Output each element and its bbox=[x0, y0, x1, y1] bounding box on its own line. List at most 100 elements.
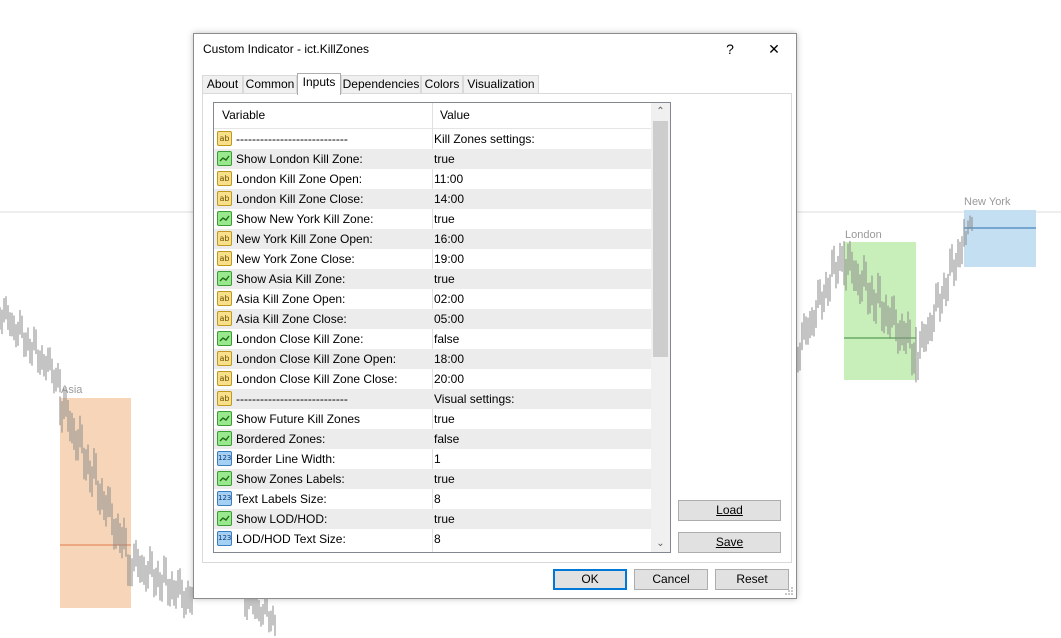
boolean-type-icon bbox=[217, 331, 232, 346]
boolean-type-icon bbox=[217, 511, 232, 526]
variable-cell: Show LOD/HOD: bbox=[236, 512, 328, 526]
grid-row[interactable]: 123 Border Line Width: 1 bbox=[214, 449, 651, 469]
tab-colors[interactable]: Colors bbox=[421, 75, 463, 93]
number-type-icon: 123 bbox=[217, 491, 232, 506]
string-type-icon: ab bbox=[217, 231, 232, 246]
string-type-icon: ab bbox=[217, 371, 232, 386]
resize-grip-icon[interactable] bbox=[784, 586, 794, 596]
variable-cell: Show Zones Labels: bbox=[236, 472, 345, 486]
close-icon: ✕ bbox=[768, 41, 780, 57]
value-cell[interactable]: true bbox=[434, 509, 455, 529]
value-cell[interactable]: 19:00 bbox=[434, 249, 464, 269]
save-button[interactable]: Save bbox=[678, 532, 781, 553]
london-zone-label: London bbox=[845, 229, 882, 241]
variable-cell: Show New York Kill Zone: bbox=[236, 212, 374, 226]
value-cell[interactable]: Kill Zones settings: bbox=[434, 129, 535, 149]
grid-row[interactable]: ab ---------------------------- Visual set… bbox=[214, 389, 651, 409]
variable-cell: New York Zone Close: bbox=[236, 252, 355, 266]
grid-row[interactable]: Show Future Kill Zones true bbox=[214, 409, 651, 429]
string-type-icon: ab bbox=[217, 251, 232, 266]
close-button[interactable]: ✕ bbox=[762, 39, 786, 59]
variable-cell: LOD/HOD Text Size: bbox=[236, 532, 346, 546]
grid-row[interactable]: London Close Kill Zone: false bbox=[214, 329, 651, 349]
variable-cell: Bordered Zones: bbox=[236, 432, 326, 446]
dialog-title: Custom Indicator - ict.KillZones bbox=[203, 42, 370, 56]
grid-row[interactable]: ab London Close Kill Zone Close: 20:00 bbox=[214, 369, 651, 389]
string-type-icon: ab bbox=[217, 391, 232, 406]
number-type-icon: 123 bbox=[217, 451, 232, 466]
boolean-type-icon bbox=[217, 471, 232, 486]
value-cell[interactable]: 1 bbox=[434, 449, 441, 469]
grid-row[interactable]: 123 LOD/HOD Text Size: 8 bbox=[214, 529, 651, 549]
variable-cell: Asia Kill Zone Open: bbox=[236, 292, 346, 306]
grid-row[interactable]: ab London Close Kill Zone Open: 18:00 bbox=[214, 349, 651, 369]
grid-row[interactable]: ab New York Kill Zone Open: 16:00 bbox=[214, 229, 651, 249]
string-type-icon: ab bbox=[217, 191, 232, 206]
new-york-zone-box bbox=[964, 210, 1036, 267]
string-type-icon: ab bbox=[217, 291, 232, 306]
value-cell[interactable]: 18:00 bbox=[434, 349, 464, 369]
value-cell[interactable]: 05:00 bbox=[434, 309, 464, 329]
grid-row[interactable]: Bordered Zones: false bbox=[214, 429, 651, 449]
variable-cell: Show Asia Kill Zone: bbox=[236, 272, 346, 286]
value-cell[interactable]: 8 bbox=[434, 489, 441, 509]
value-cell[interactable]: true bbox=[434, 469, 455, 489]
london-zone-box bbox=[844, 242, 916, 380]
value-cell[interactable]: false bbox=[434, 429, 459, 449]
scrollbar-thumb[interactable] bbox=[653, 121, 668, 357]
boolean-type-icon bbox=[217, 431, 232, 446]
value-cell[interactable]: true bbox=[434, 269, 455, 289]
new-york-zone-label: New York bbox=[964, 196, 1011, 208]
string-type-icon: ab bbox=[217, 131, 232, 146]
grid-row[interactable]: ab Asia Kill Zone Close: 05:00 bbox=[214, 309, 651, 329]
load-button[interactable]: Load bbox=[678, 500, 781, 521]
grid-row[interactable]: Show Asia Kill Zone: true bbox=[214, 269, 651, 289]
ok-button[interactable]: OK bbox=[553, 569, 627, 590]
tab-about[interactable]: About bbox=[202, 75, 243, 93]
value-cell[interactable]: 20:00 bbox=[434, 369, 464, 389]
column-header-variable[interactable]: Variable bbox=[222, 103, 265, 128]
tab-dependencies[interactable]: Dependencies bbox=[341, 75, 421, 93]
help-button[interactable]: ? bbox=[718, 39, 742, 59]
number-type-icon: 123 bbox=[217, 531, 232, 546]
value-cell[interactable]: 02:00 bbox=[434, 289, 464, 309]
vertical-scrollbar[interactable]: ⌃ ⌄ bbox=[651, 103, 670, 552]
boolean-type-icon bbox=[217, 151, 232, 166]
value-cell[interactable]: 8 bbox=[434, 529, 441, 549]
tab-visualization[interactable]: Visualization bbox=[463, 75, 539, 93]
grid-row[interactable]: Show Zones Labels: true bbox=[214, 469, 651, 489]
value-cell[interactable]: Visual settings: bbox=[434, 389, 515, 409]
value-cell[interactable]: 16:00 bbox=[434, 229, 464, 249]
grid-row[interactable]: ab London Kill Zone Close: 14:00 bbox=[214, 189, 651, 209]
grid-row[interactable]: ab ---------------------------- Kill Zones… bbox=[214, 129, 651, 149]
scroll-down-arrow-icon[interactable]: ⌄ bbox=[651, 535, 670, 552]
grid-row[interactable]: ab London Kill Zone Open: 11:00 bbox=[214, 169, 651, 189]
column-header-value[interactable]: Value bbox=[440, 103, 470, 128]
boolean-type-icon bbox=[217, 211, 232, 226]
reset-button[interactable]: Reset bbox=[715, 569, 789, 590]
tab-inputs[interactable]: Inputs bbox=[297, 73, 341, 95]
value-cell[interactable]: 14:00 bbox=[434, 189, 464, 209]
variable-cell: London Close Kill Zone Close: bbox=[236, 372, 398, 386]
variable-cell: London Kill Zone Open: bbox=[236, 172, 363, 186]
string-type-icon: ab bbox=[217, 311, 232, 326]
tab-common[interactable]: Common bbox=[243, 75, 297, 93]
grid-row[interactable]: 123 Text Labels Size: 8 bbox=[214, 489, 651, 509]
grid-row[interactable]: ab Asia Kill Zone Open: 02:00 bbox=[214, 289, 651, 309]
value-cell[interactable]: 11:00 bbox=[434, 169, 463, 189]
value-cell[interactable]: true bbox=[434, 409, 455, 429]
boolean-type-icon bbox=[217, 411, 232, 426]
grid-row[interactable]: Show London Kill Zone: true bbox=[214, 149, 651, 169]
scroll-up-arrow-icon[interactable]: ⌃ bbox=[651, 103, 670, 120]
grid-row[interactable]: ab New York Zone Close: 19:00 bbox=[214, 249, 651, 269]
value-cell[interactable]: true bbox=[434, 149, 455, 169]
grid-row[interactable]: Show LOD/HOD: true bbox=[214, 509, 651, 529]
save-button-label: Save bbox=[715, 535, 744, 549]
value-cell[interactable]: false bbox=[434, 329, 459, 349]
grid-row[interactable]: Show New York Kill Zone: true bbox=[214, 209, 651, 229]
cancel-button[interactable]: Cancel bbox=[634, 569, 708, 590]
variable-cell: ---------------------------- bbox=[236, 132, 348, 146]
variable-cell: New York Kill Zone Open: bbox=[236, 232, 373, 246]
value-cell[interactable]: true bbox=[434, 209, 455, 229]
variable-cell: Border Line Width: bbox=[236, 452, 336, 466]
